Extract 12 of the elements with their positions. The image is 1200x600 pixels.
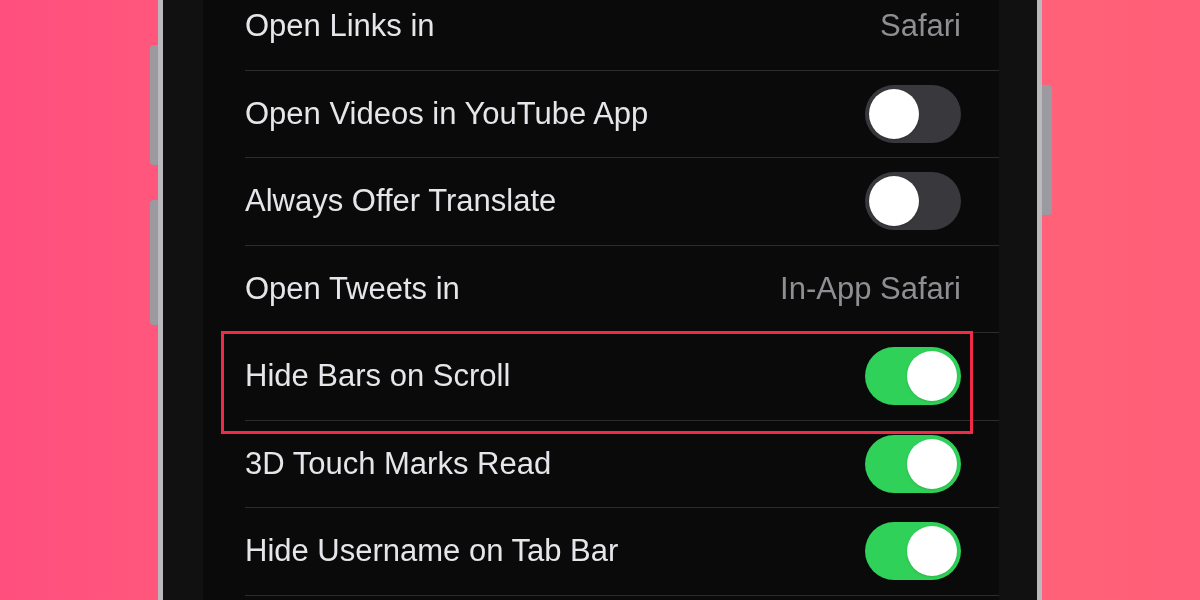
setting-label: Open Tweets in bbox=[245, 269, 460, 308]
setting-value[interactable]: In-App Safari bbox=[780, 265, 961, 312]
setting-label: Open Links in bbox=[245, 7, 435, 45]
toggle-switch[interactable] bbox=[865, 347, 961, 406]
setting-label: Hide Bars on Scroll bbox=[245, 357, 511, 395]
setting-label: Hide Username on Tab Bar bbox=[245, 532, 619, 570]
setting-label: 3D Touch Marks Read bbox=[245, 444, 552, 483]
setting-label: Open Videos in YouTube App bbox=[245, 94, 649, 133]
setting-label: Always Offer Translate bbox=[245, 182, 557, 220]
setting-value[interactable]: Safari bbox=[880, 3, 961, 50]
toggle-switch[interactable] bbox=[865, 434, 961, 493]
toggle-switch[interactable] bbox=[865, 522, 961, 581]
